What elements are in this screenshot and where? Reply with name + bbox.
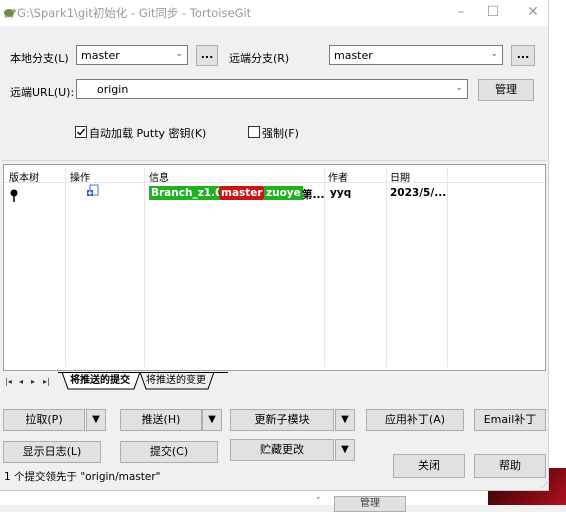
remote-url-select[interactable]: origin ⌄ (76, 79, 468, 99)
commit-message: 第... (302, 189, 325, 201)
prev-tab-icon[interactable]: ◂ (19, 377, 23, 386)
force-label: 强制(F) (262, 127, 299, 140)
checkmark-icon (77, 128, 86, 136)
remote-url-label: 远端URL(U): (10, 86, 75, 99)
next-tab-icon[interactable]: ▸ (31, 377, 35, 386)
minimize-button[interactable]: – (446, 2, 476, 22)
first-tab-icon[interactable]: |◂ (5, 377, 12, 386)
branch-tag-current: master (219, 186, 265, 200)
resize-grip-icon[interactable]: ⋰ (541, 481, 548, 489)
commit-date: 2023/5/... (390, 187, 447, 199)
chevron-down-icon: ⌄ (175, 49, 183, 59)
tab-changes-to-push[interactable]: 将推送的变更 (140, 372, 212, 389)
remote-url-value: origin (97, 83, 129, 96)
chevron-down-icon: ⌄ (455, 83, 463, 93)
title-bar[interactable]: G:\Spark1\git初始化 - Git同步 - TortoiseGit –… (0, 0, 548, 26)
result-tabs: |◂ ◂ ▸ ▸| 将推送的提交 将推送的变更 (0, 372, 548, 392)
local-branch-select[interactable]: master ⌄ (76, 45, 188, 65)
autoload-putty-label: 自动加载 Putty 密钥(K) (89, 127, 207, 140)
chevron-down-icon: ⌄ (490, 49, 498, 59)
remote-branch-value: master (334, 49, 373, 62)
push-dropdown-arrow[interactable]: ▼ (202, 409, 222, 431)
commit-author: yyq (330, 187, 352, 199)
show-log-button[interactable]: 显示日志(L) (3, 441, 101, 463)
column-divider (65, 167, 66, 367)
tab-commits-to-push[interactable]: 将推送的提交 (64, 372, 136, 389)
push-button[interactable]: 推送(H) (120, 409, 202, 431)
remote-branch-browse-button[interactable]: ... (511, 45, 535, 66)
help-button[interactable]: 帮助 (474, 454, 546, 478)
force-checkbox[interactable] (248, 126, 260, 138)
sync-dialog: G:\Spark1\git初始化 - Git同步 - TortoiseGit –… (0, 0, 549, 491)
divider (2, 160, 546, 161)
column-divider (144, 167, 145, 367)
local-branch-browse-button[interactable]: ... (196, 45, 218, 66)
autoload-putty-checkbox[interactable] (75, 126, 87, 138)
local-branch-value: master (81, 49, 120, 62)
branch-tag: Branch_z1.0 (149, 186, 225, 200)
manage-remote-button[interactable]: 管理 (478, 79, 534, 101)
push-file-icon (87, 184, 99, 196)
stash-changes-button[interactable]: 贮藏更改 (230, 439, 334, 461)
remote-branch-label: 远端分支(R) (229, 52, 290, 65)
tortoisegit-icon (4, 9, 16, 18)
maximize-button[interactable]: ☐ (478, 2, 508, 22)
pull-dropdown-arrow[interactable]: ▼ (86, 409, 106, 431)
column-divider (386, 167, 387, 367)
branch-tag: zuoye (264, 186, 303, 200)
last-tab-icon[interactable]: ▸| (43, 377, 50, 386)
background-window (548, 0, 566, 505)
background-chevron-icon: ˅ (316, 497, 321, 507)
apply-patch-button[interactable]: 应用补丁(A) (366, 409, 464, 431)
header-divider (4, 182, 545, 183)
stash-dropdown-arrow[interactable]: ▼ (335, 439, 355, 461)
commit-list[interactable]: 版本树 操作 信息 作者 日期 Branch_z1.0 master zuoye… (3, 164, 546, 371)
status-text: 1 个提交领先于 "origin/master" (4, 471, 161, 483)
column-divider (447, 167, 448, 367)
local-branch-label: 本地分支(L) (10, 52, 69, 65)
graph-node-icon (10, 189, 18, 202)
remote-branch-select[interactable]: master ⌄ (329, 45, 503, 65)
commit-button[interactable]: 提交(C) (120, 441, 218, 463)
update-submodule-button[interactable]: 更新子模块 (230, 409, 334, 431)
close-button[interactable]: 关闭 (393, 454, 465, 478)
email-patch-button[interactable]: Email补丁 (474, 409, 546, 431)
window-title: G:\Spark1\git初始化 - Git同步 - TortoiseGit (17, 6, 252, 20)
background-manage-button: 管理 (334, 496, 406, 512)
submodule-dropdown-arrow[interactable]: ▼ (335, 409, 355, 431)
pull-button[interactable]: 拉取(P) (3, 409, 85, 431)
close-window-button[interactable]: ✕ (518, 2, 548, 22)
